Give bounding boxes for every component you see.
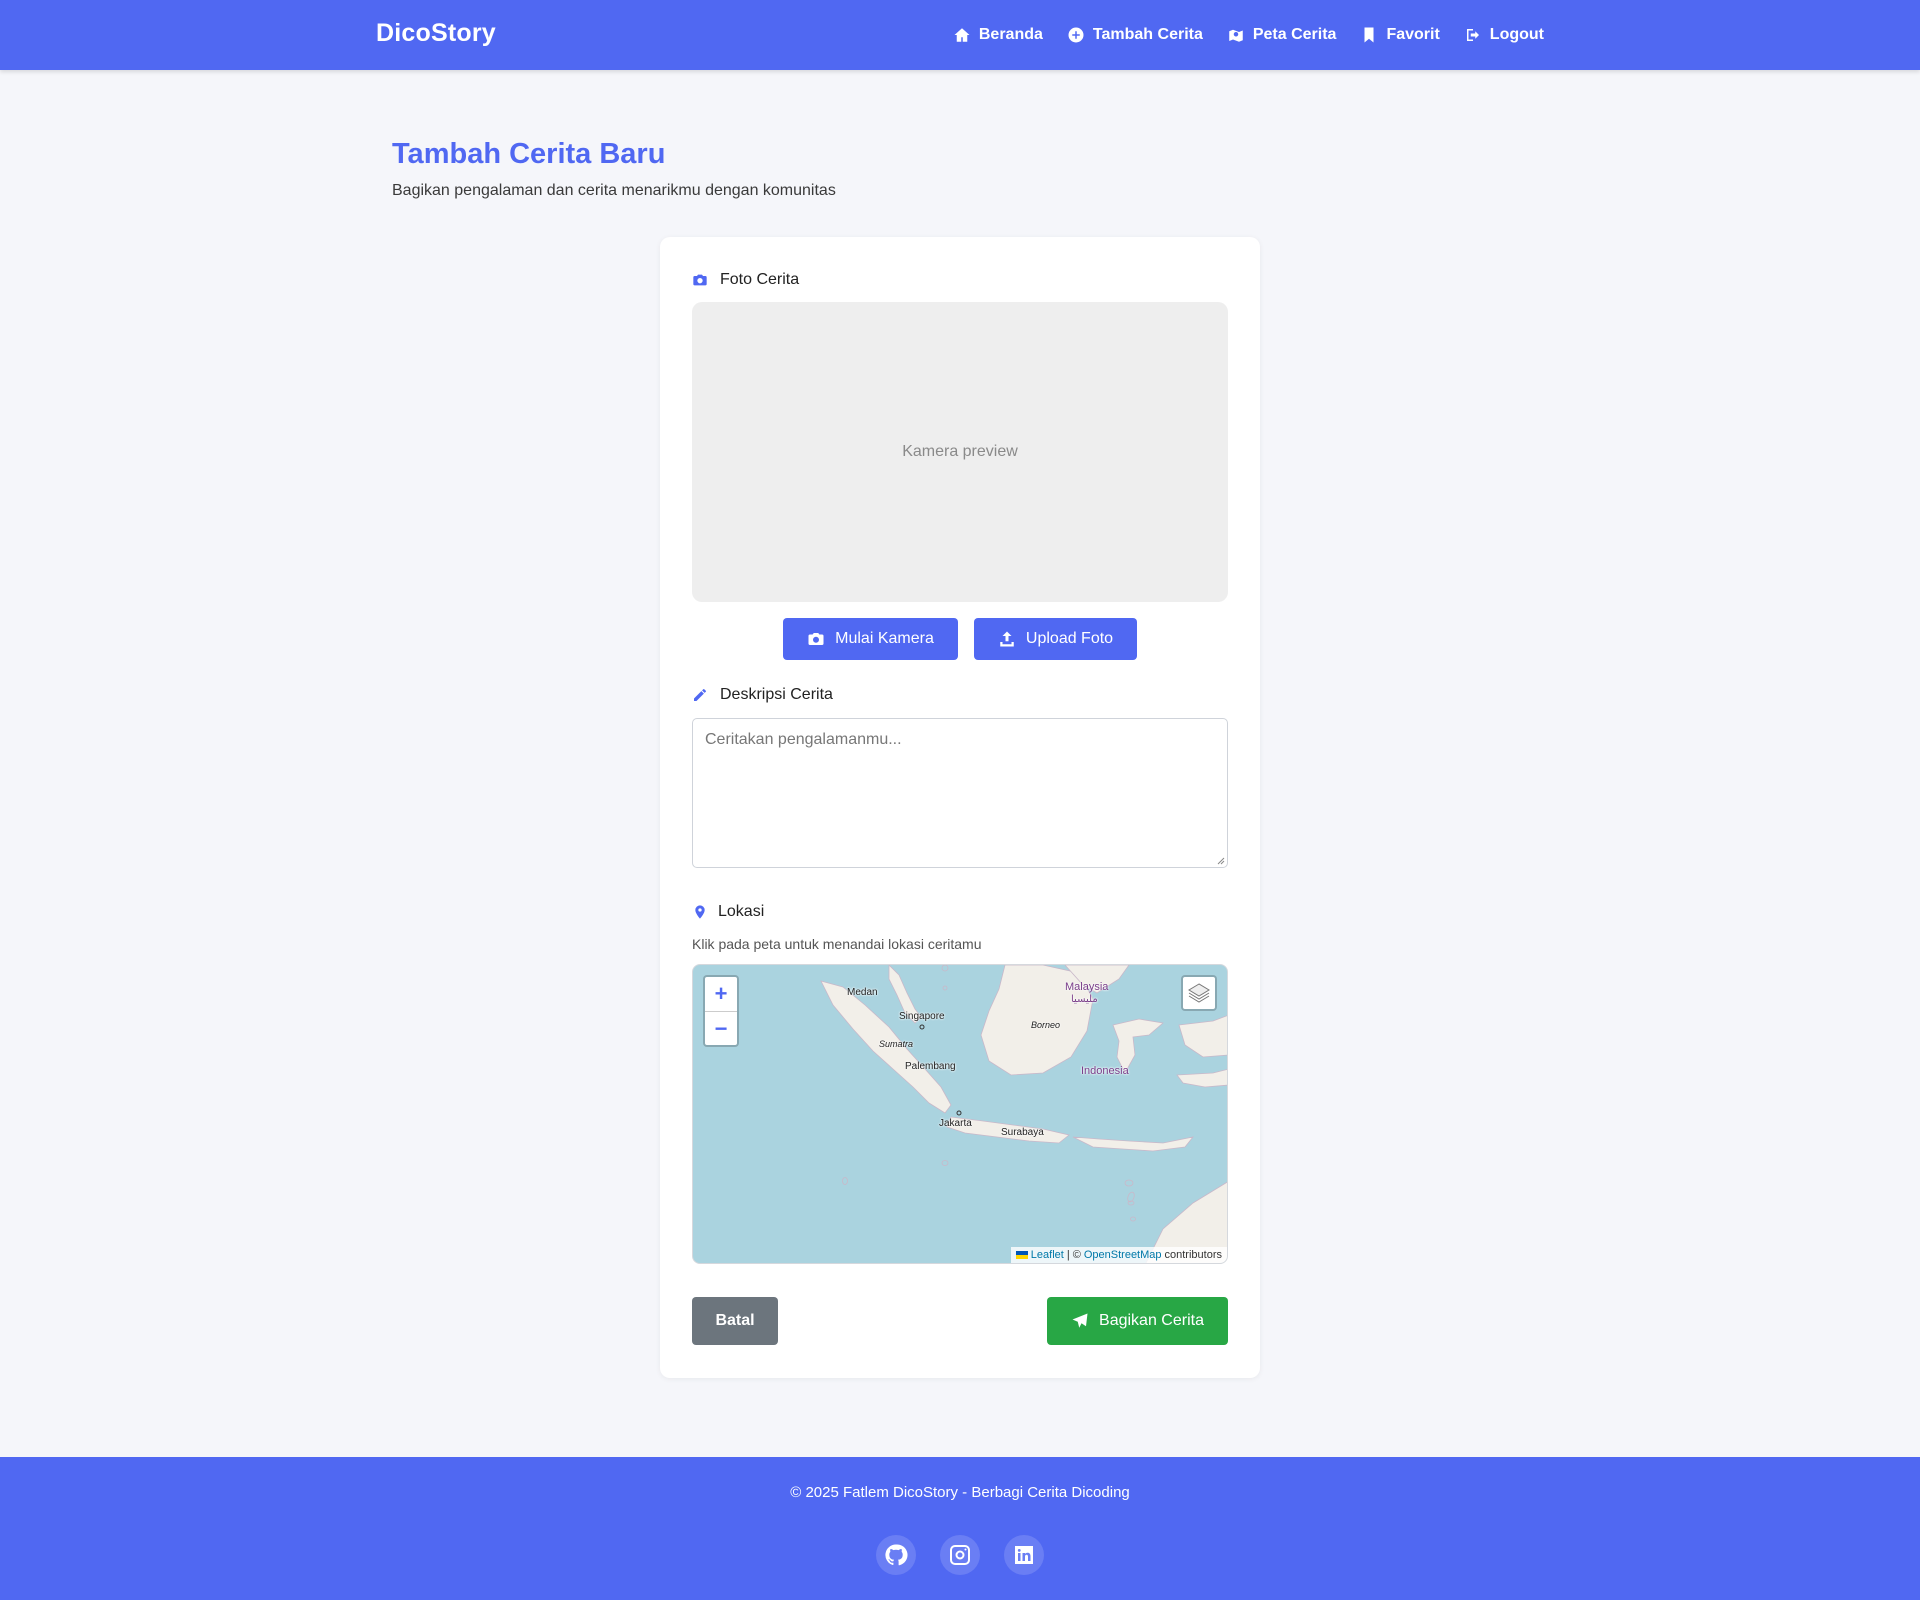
attribution-separator: | © (1066, 1249, 1081, 1261)
map-label-malaysia-jawi: مليسيا (1071, 994, 1098, 1005)
github-link[interactable] (876, 1535, 916, 1575)
footer-copyright: © 2025 Fatlem DicoStory - Berbagi Cerita… (790, 1484, 1130, 1501)
map-label-indonesia: Indonesia (1081, 1065, 1129, 1077)
map-label-singapore: Singapore (899, 1011, 945, 1022)
nav-link-tambah-cerita[interactable]: Tambah Cerita (1067, 26, 1203, 44)
brand-logo[interactable]: DicoStory (376, 19, 496, 48)
upload-icon (1000, 631, 1014, 647)
home-icon (954, 28, 970, 42)
map-label-sumatra: Sumatra (879, 1039, 914, 1049)
description-placeholder: Ceritakan pengalamanmu... (705, 731, 902, 748)
bookmark-icon (1364, 27, 1374, 43)
layers-icon (1188, 983, 1210, 1003)
location-hint: Klik pada peta untuk menandai lokasi cer… (692, 936, 982, 952)
pencil-icon (694, 688, 706, 701)
map-zoom-control: + − (703, 975, 739, 1047)
page-title: Tambah Cerita Baru (392, 138, 666, 170)
map-tiles (820, 965, 1227, 1263)
nav-link-label: Peta Cerita (1252, 26, 1337, 43)
map-label-jakarta: Jakarta (939, 1118, 972, 1129)
zoom-in-button[interactable]: + (705, 977, 737, 1011)
nav-link-label: Beranda (978, 26, 1043, 43)
nav-link-peta-cerita[interactable]: Peta Cerita (1227, 26, 1337, 44)
location-label: Lokasi (718, 903, 765, 920)
description-section-label: Deskripsi Cerita (692, 686, 833, 704)
description-textarea[interactable]: Ceritakan pengalamanmu... (692, 718, 1228, 868)
map-label-palembang: Palembang (905, 1061, 956, 1072)
nav-link-favorit[interactable]: Favorit (1360, 26, 1440, 44)
location-section-label: Lokasi (692, 903, 764, 921)
resize-grip-icon[interactable] (1217, 857, 1225, 865)
zoom-out-button[interactable]: − (705, 1011, 737, 1045)
footer: © 2025 Fatlem DicoStory - Berbagi Cerita… (0, 1457, 1920, 1600)
nav-link-label: Favorit (1386, 26, 1440, 43)
openstreetmap-link[interactable]: OpenStreetMap (1084, 1249, 1162, 1261)
instagram-link[interactable] (940, 1535, 980, 1575)
attribution-contributors: contributors (1164, 1249, 1222, 1261)
submit-story-button[interactable]: Bagikan Cerita (1047, 1297, 1228, 1345)
map-label-malaysia: Malaysia (1065, 981, 1109, 993)
location-map[interactable]: Medan Singapore Sumatra Palembang Jakart… (692, 964, 1228, 1264)
map-label-medan: Medan (847, 987, 878, 998)
map-icon (1229, 29, 1243, 42)
map-label-surabaya: Surabaya (1001, 1127, 1044, 1138)
leaflet-link[interactable]: Leaflet (1031, 1249, 1064, 1261)
linkedin-link[interactable] (1004, 1535, 1044, 1575)
map-layers-button[interactable] (1181, 975, 1217, 1011)
upload-photo-button[interactable]: Upload Foto (974, 618, 1137, 660)
page-subtitle: Bagikan pengalaman dan cerita menarikmu … (392, 182, 836, 199)
add-story-form: Foto Cerita Kamera preview Mulai Kamera … (660, 237, 1260, 1378)
nav-link-label: Logout (1489, 26, 1544, 43)
camera-preview-text: Kamera preview (902, 443, 1018, 460)
camera-icon (693, 274, 707, 286)
camera-icon (808, 633, 824, 645)
nav-links: Beranda Tambah Cerita Peta Cerita Favori… (953, 0, 1544, 70)
start-camera-label: Mulai Kamera (835, 630, 934, 647)
cancel-label: Batal (715, 1312, 755, 1329)
cancel-button[interactable]: Batal (692, 1297, 778, 1345)
upload-photo-label: Upload Foto (1025, 630, 1114, 647)
photo-label: Foto Cerita (720, 271, 800, 288)
nav-link-logout[interactable]: Logout (1464, 26, 1544, 44)
map-attribution: Leaflet | © OpenStreetMap contributors (1010, 1247, 1227, 1263)
paper-plane-icon (1072, 1313, 1088, 1328)
instagram-icon (950, 1545, 970, 1565)
linkedin-icon (1015, 1546, 1033, 1564)
camera-preview: Kamera preview (692, 302, 1228, 602)
logout-icon (1466, 29, 1479, 41)
map-label-borneo: Borneo (1031, 1020, 1061, 1030)
submit-label: Bagikan Cerita (1099, 1312, 1204, 1329)
github-icon (885, 1544, 908, 1566)
nav-link-label: Tambah Cerita (1092, 26, 1203, 43)
description-label: Deskripsi Cerita (720, 686, 833, 703)
photo-section-label: Foto Cerita (692, 271, 799, 289)
nav-link-beranda[interactable]: Beranda (953, 26, 1043, 44)
plus-circle-icon (1068, 27, 1084, 43)
map-pin-icon (695, 905, 705, 919)
navbar: DicoStory Beranda Tambah Cerita Peta Cer… (0, 0, 1920, 70)
start-camera-button[interactable]: Mulai Kamera (783, 618, 958, 660)
ukraine-flag-icon (1015, 1251, 1028, 1259)
